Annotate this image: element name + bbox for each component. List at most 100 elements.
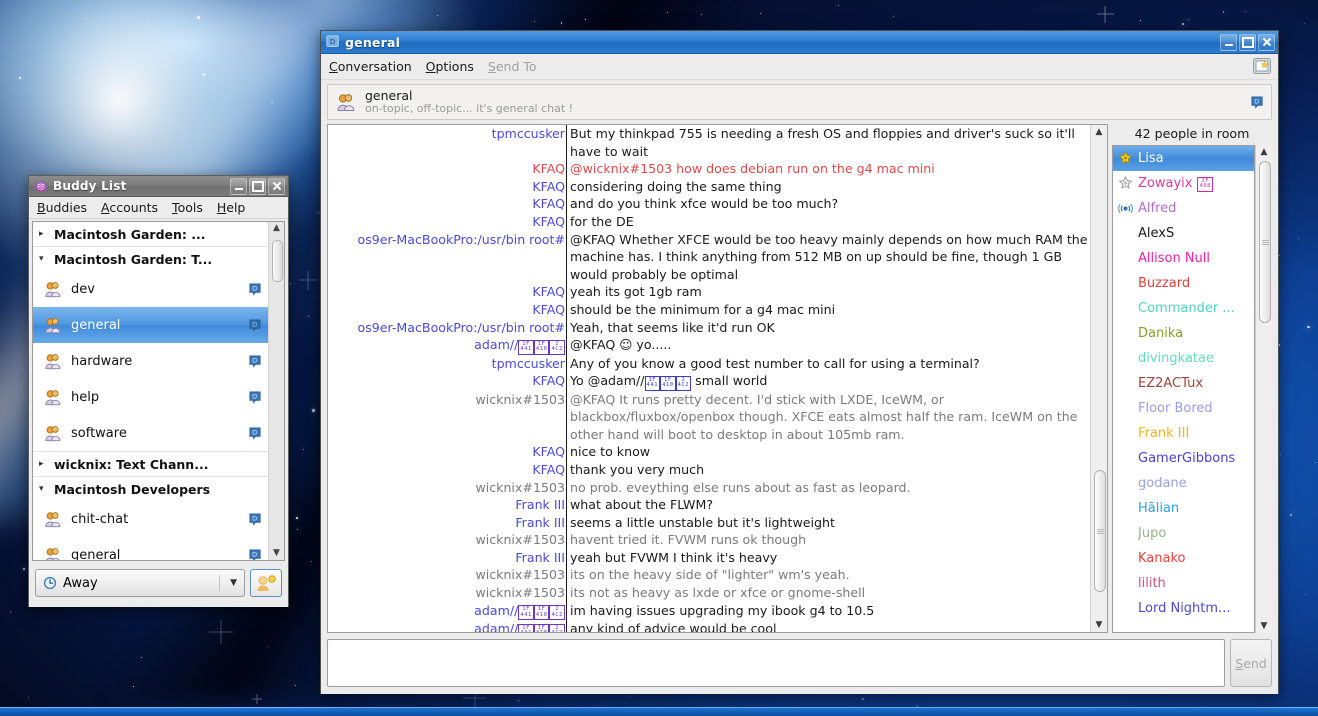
conversation-menubar[interactable]: Conversation Options Send To	[321, 54, 1252, 79]
message-author[interactable]: KFAQ	[328, 213, 567, 231]
user-list-item-allison-null[interactable]: Allison Null	[1113, 246, 1254, 271]
message-history[interactable]: tpmccusker But my thinkpad 755 is needing…	[328, 125, 1090, 632]
buddy-group-macintosh-garden-t[interactable]: ▾ Macintosh Garden: T...	[33, 246, 268, 271]
message-author[interactable]: wicknix#1503	[328, 391, 567, 444]
message-author[interactable]: wicknix#1503	[328, 566, 567, 584]
message-history-panel[interactable]: tpmccusker But my thinkpad 755 is needing…	[327, 124, 1108, 633]
user-list-scrollbar[interactable]: ▲ ▼	[1255, 145, 1272, 633]
message-author[interactable]: tpmccusker	[328, 125, 567, 160]
user-list-item-lord-nightm[interactable]: Lord Nightm...	[1113, 596, 1254, 621]
conversation-notify-button[interactable]	[1252, 54, 1278, 79]
buddy-list-menubar[interactable]: Buddies Accounts Tools Help	[29, 197, 288, 219]
message-author[interactable]: KFAQ	[328, 301, 567, 319]
user-list-item-jupo[interactable]: Jupo	[1113, 521, 1254, 546]
buddy-list-item-software[interactable]: software D	[33, 415, 268, 451]
menu-accounts[interactable]: Accounts	[95, 198, 164, 217]
message-author[interactable]: tpmccusker	[328, 355, 567, 373]
buddy-list-item-hardware[interactable]: hardware D	[33, 343, 268, 379]
close-button[interactable]	[1258, 33, 1275, 51]
buddy-list-scrollbar[interactable]: ▲ ▼	[268, 222, 284, 560]
user-list-item-frank-iii[interactable]: Frank III	[1113, 421, 1254, 446]
message-author[interactable]: KFAQ	[328, 461, 567, 479]
message-author[interactable]: adam//1F4411F41024C2	[328, 336, 567, 355]
message-author[interactable]: KFAQ	[328, 160, 567, 178]
buddy-list-item-general[interactable]: general D	[33, 537, 268, 560]
message-author[interactable]: adam//1F4411F41024C2	[328, 602, 567, 621]
conversation-window-buttons[interactable]	[1220, 33, 1275, 51]
message-author[interactable]: Frank III	[328, 514, 567, 532]
menu-conversation[interactable]: Conversation	[323, 57, 418, 76]
user-list-item-lisa[interactable]: Lisa	[1113, 146, 1254, 171]
user-list-item-kanako[interactable]: Kanako	[1113, 546, 1254, 571]
conversation-titlebar[interactable]: D general	[321, 31, 1278, 54]
close-button[interactable]	[268, 177, 285, 195]
buddy-list-item-general[interactable]: general D	[33, 307, 268, 343]
message-author[interactable]: wicknix#1503	[328, 531, 567, 549]
scrollbar-thumb[interactable]	[1094, 470, 1106, 592]
message-history-scrollbar[interactable]: ▲ ▼	[1090, 125, 1107, 632]
scroll-up-icon[interactable]: ▲	[269, 222, 284, 235]
scroll-up-icon[interactable]: ▲	[1256, 145, 1272, 159]
maximize-button[interactable]	[1239, 33, 1256, 51]
message-author[interactable]: KFAQ	[328, 283, 567, 301]
scroll-down-icon[interactable]: ▼	[269, 547, 284, 560]
user-list-item-gamergibbons[interactable]: GamerGibbons	[1113, 446, 1254, 471]
buddy-list-status-area[interactable]: Away ▼	[29, 561, 288, 607]
chevron-down-icon[interactable]: ▾	[39, 484, 48, 494]
user-list-item-alfred[interactable]: Alfred	[1113, 196, 1254, 221]
scrollbar-thumb[interactable]	[1259, 161, 1271, 323]
message-author[interactable]: os9er-MacBookPro:/usr/bin root#	[328, 231, 567, 284]
user-list-item-ez2actux[interactable]: EZ2ACTux	[1113, 371, 1254, 396]
buddy-list-item-help[interactable]: help D	[33, 379, 268, 415]
user-list-item-godane[interactable]: godane	[1113, 471, 1254, 496]
user-list-item-buzzard[interactable]: Buzzard	[1113, 271, 1254, 296]
user-list-item-divingkatae[interactable]: divingkatae	[1113, 346, 1254, 371]
user-list[interactable]: Lisa Zowayix 1F 408 Alfred AlexS Allison Null B…	[1112, 145, 1255, 633]
conversation-topic-bar[interactable]: general on-topic, off-topic... it's gene…	[327, 84, 1272, 120]
user-list-item-zowayix[interactable]: Zowayix 1F 408	[1113, 171, 1254, 196]
message-author[interactable]: wicknix#1503	[328, 479, 567, 497]
buddy-list-tree[interactable]: ▸ Macintosh Garden: ... ▾ Macintosh Garden:…	[32, 221, 285, 561]
scroll-up-icon[interactable]: ▲	[1091, 125, 1107, 139]
message-author[interactable]: KFAQ	[328, 195, 567, 213]
user-list-item-danika[interactable]: Danika	[1113, 321, 1254, 346]
menu-tools[interactable]: Tools	[166, 198, 209, 217]
chevron-right-icon[interactable]: ▸	[39, 229, 48, 239]
accounts-button[interactable]	[250, 569, 282, 597]
status-selector[interactable]: Away ▼	[35, 569, 245, 597]
menu-help[interactable]: Help	[211, 198, 252, 217]
message-author[interactable]: KFAQ	[328, 443, 567, 461]
message-author[interactable]: KFAQ	[328, 178, 567, 196]
user-list-item-lilith[interactable]: lilith	[1113, 571, 1254, 596]
message-author[interactable]: wicknix#1503	[328, 584, 567, 602]
buddy-list-window[interactable]: Buddy List Buddies Accounts Tools Help ▸…	[28, 175, 289, 607]
buddy-list-titlebar[interactable]: Buddy List	[29, 176, 288, 197]
minimize-button[interactable]	[230, 177, 247, 195]
message-author[interactable]: KFAQ	[328, 372, 567, 390]
message-input[interactable]	[327, 639, 1225, 687]
user-list-item-commander[interactable]: Commander ...	[1113, 296, 1254, 321]
buddy-group-macintosh-garden[interactable]: ▸ Macintosh Garden: ...	[33, 222, 268, 246]
taskbar[interactable]	[0, 707, 1318, 716]
user-list-item-alexs[interactable]: AlexS	[1113, 221, 1254, 246]
user-list-item-h-lian[interactable]: Hālian	[1113, 496, 1254, 521]
scrollbar-thumb[interactable]	[272, 240, 283, 282]
message-author[interactable]: Frank III	[328, 549, 567, 567]
message-author[interactable]: Frank III	[328, 496, 567, 514]
scroll-down-icon[interactable]: ▼	[1091, 618, 1107, 632]
conversation-window[interactable]: D general Conversation Options Send To g…	[320, 30, 1279, 694]
menu-options[interactable]: Options	[420, 57, 480, 76]
buddy-list-item-dev[interactable]: dev D	[33, 271, 268, 307]
user-list-item-floor-bored[interactable]: Floor Bored	[1113, 396, 1254, 421]
send-button[interactable]: Send	[1230, 639, 1272, 687]
chevron-down-icon[interactable]: ▼	[230, 578, 240, 588]
chevron-down-icon[interactable]: ▾	[39, 254, 48, 264]
maximize-button[interactable]	[249, 177, 266, 195]
buddy-group-wicknix-text-chann[interactable]: ▸ wicknix: Text Chann...	[33, 451, 268, 476]
message-author[interactable]: adam//1F4411F41024C2	[328, 620, 567, 632]
chevron-right-icon[interactable]: ▸	[39, 459, 48, 469]
minimize-button[interactable]	[1220, 33, 1237, 51]
menu-buddies[interactable]: Buddies	[31, 198, 93, 217]
buddy-group-macintosh-developers[interactable]: ▾ Macintosh Developers	[33, 476, 268, 501]
buddy-list-item-chit-chat[interactable]: chit-chat D	[33, 501, 268, 537]
